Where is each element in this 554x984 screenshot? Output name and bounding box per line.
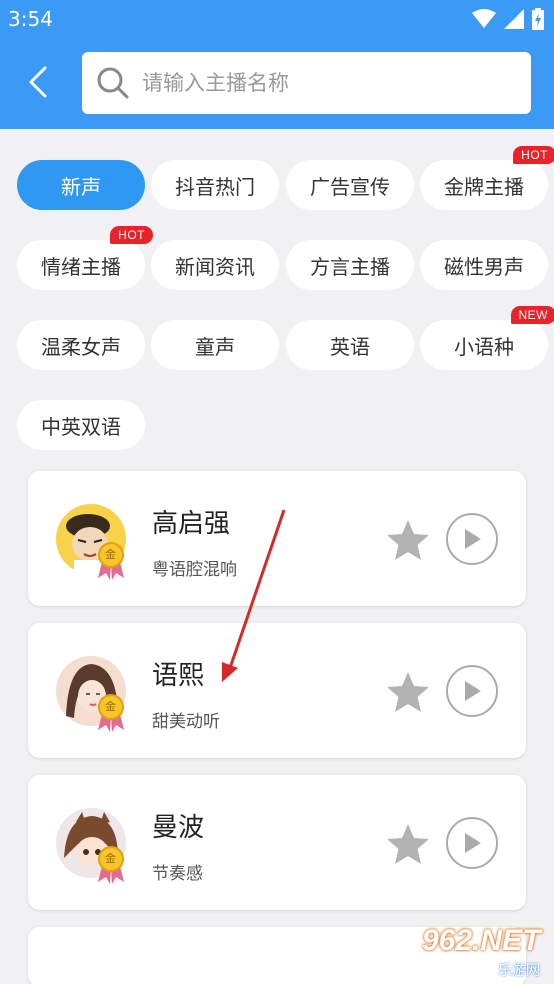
search-icon [97, 67, 129, 99]
play-button[interactable] [446, 665, 498, 717]
tag-label: 新声 [61, 174, 101, 199]
new-badge: NEW [510, 306, 554, 324]
avatar: 金 [56, 656, 126, 732]
anchor-card[interactable]: 金 曼波 节奏感 [28, 775, 526, 910]
tag-ad[interactable]: 广告宣传 [286, 160, 414, 210]
tag-label: 情绪主播 [41, 254, 121, 279]
tag-xinsheng[interactable]: 新声 [17, 160, 145, 210]
signal-icon [504, 9, 524, 29]
tag-label: 温柔女声 [41, 334, 121, 359]
anchor-desc: 粤语腔混响 [152, 560, 237, 580]
tag-douyin[interactable]: 抖音热门 [151, 160, 279, 210]
tag-label: 金牌主播 [444, 174, 524, 199]
tag-emotion[interactable]: 情绪主播 HOT [17, 226, 153, 290]
wifi-icon [472, 9, 496, 28]
status-bar: 3:54 [0, 0, 554, 38]
watermark-sub: 乐游网 [498, 963, 540, 979]
favorite-button[interactable] [385, 517, 431, 563]
chevron-left-icon [29, 66, 47, 98]
tag-child[interactable]: 童声 [151, 320, 279, 370]
gold-medal-icon: 金 [96, 692, 126, 732]
tag-magnetic-male[interactable]: 磁性男声 [420, 240, 548, 290]
tag-gentle-female[interactable]: 温柔女声 [17, 320, 145, 370]
avatar: 金 [56, 504, 126, 580]
tag-label: 童声 [195, 334, 235, 359]
anchor-card[interactable]: 金 高启强 粤语腔混响 [28, 471, 526, 606]
search-bar[interactable] [82, 52, 531, 114]
tag-gold-anchor[interactable]: 金牌主播 HOT [420, 146, 554, 210]
tag-label: 英语 [330, 334, 370, 359]
search-input[interactable] [142, 62, 512, 104]
medal-label: 金 [105, 852, 116, 865]
tag-bilingual[interactable]: 中英双语 [17, 400, 145, 450]
hot-badge: HOT [513, 146, 554, 164]
watermark-logo: 962.NET 乐游网 [416, 922, 554, 984]
watermark-text: 962.NET [422, 924, 541, 957]
anchor-name: 曼波 [152, 813, 205, 843]
gold-medal-icon: 金 [96, 540, 126, 580]
anchor-card[interactable]: 金 语熙 甜美动听 [28, 623, 526, 758]
anchor-desc: 节奏感 [152, 864, 203, 884]
avatar: 金 [56, 808, 126, 884]
play-icon [465, 529, 481, 549]
anchor-name: 高启强 [152, 509, 231, 539]
tag-dialect[interactable]: 方言主播 [286, 240, 414, 290]
status-icons [472, 8, 544, 30]
play-icon [465, 833, 481, 853]
status-time: 3:54 [8, 7, 53, 31]
tag-label: 中英双语 [41, 414, 121, 439]
tag-news[interactable]: 新闻资讯 [151, 240, 279, 290]
top-app-bar [0, 38, 554, 129]
tag-label: 新闻资讯 [175, 254, 255, 279]
anchor-desc: 甜美动听 [152, 712, 220, 732]
play-icon [465, 681, 481, 701]
play-button[interactable] [446, 817, 498, 869]
medal-label: 金 [105, 700, 116, 713]
star-icon [387, 824, 429, 864]
star-icon [387, 672, 429, 712]
tag-label: 抖音热门 [175, 174, 255, 199]
tag-label: 方言主播 [310, 254, 390, 279]
hot-badge: HOT [110, 226, 153, 244]
tag-minor-language[interactable]: 小语种 NEW [420, 306, 554, 370]
back-button[interactable] [18, 62, 58, 102]
favorite-button[interactable] [385, 821, 431, 867]
play-button[interactable] [446, 513, 498, 565]
tag-label: 磁性男声 [444, 254, 524, 279]
medal-label: 金 [105, 548, 116, 561]
gold-medal-icon: 金 [96, 844, 126, 884]
battery-icon [532, 8, 544, 30]
tag-label: 小语种 [454, 334, 514, 359]
anchor-name: 语熙 [152, 661, 205, 691]
favorite-button[interactable] [385, 669, 431, 715]
tag-english[interactable]: 英语 [286, 320, 414, 370]
star-icon [387, 520, 429, 560]
tag-label: 广告宣传 [310, 174, 390, 199]
